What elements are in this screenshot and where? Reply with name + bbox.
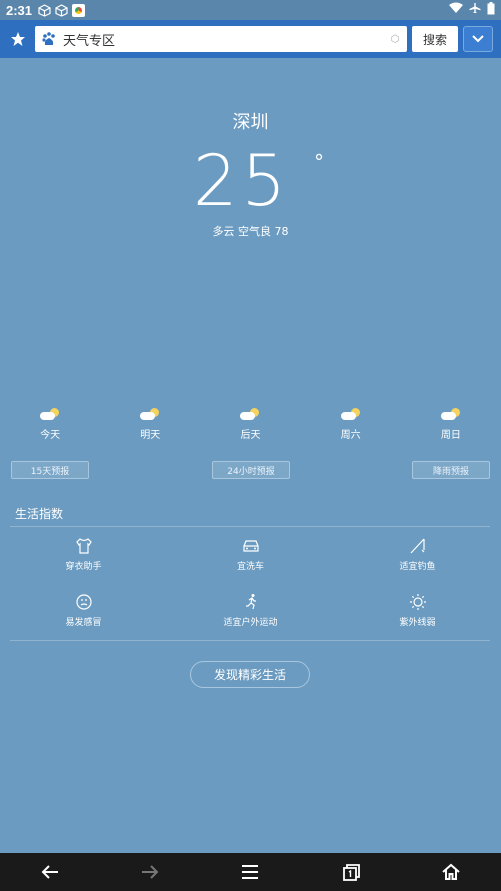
star-icon xyxy=(11,32,25,46)
forecast-row: 今天 明天 后天 周六 周日 xyxy=(0,408,501,441)
discover-life-button[interactable]: 发现精彩生活 xyxy=(190,661,310,688)
wifi-icon xyxy=(449,2,463,18)
life-index-grid: 穿衣助手 宜洗车 适宜钓鱼 易发感冒 适宜户外运动 紫外线弱 xyxy=(0,536,501,648)
degree-symbol: ° xyxy=(314,150,324,174)
box-icon xyxy=(55,3,68,17)
fishing-rod-icon xyxy=(410,538,425,554)
divider xyxy=(10,640,490,641)
runner-icon xyxy=(245,594,256,610)
baidu-paw-icon xyxy=(41,31,57,47)
shirt-icon xyxy=(75,538,92,554)
arrow-right-icon xyxy=(142,865,159,879)
reload-icon[interactable]: ⬡ xyxy=(389,33,401,45)
forecast-day[interactable]: 周日 xyxy=(401,408,501,441)
sad-face-icon xyxy=(75,594,92,610)
city-name: 深圳 xyxy=(232,112,269,133)
life-item-label: 紫外线弱 xyxy=(399,618,436,628)
life-item-clothing[interactable]: 穿衣助手 xyxy=(0,536,167,592)
forecast-day[interactable]: 明天 xyxy=(100,408,200,441)
airplane-icon xyxy=(469,2,481,18)
forecast-day-label: 周六 xyxy=(340,430,361,441)
tabs-button[interactable] xyxy=(331,853,371,891)
browser-app-icon xyxy=(72,3,86,17)
forecast-day[interactable]: 今天 xyxy=(0,408,100,441)
divider xyxy=(10,526,490,527)
rain-forecast-button[interactable]: 降雨预报 xyxy=(412,461,490,479)
temperature-value: 25 xyxy=(193,140,291,222)
status-bar: 2:31 xyxy=(0,0,501,20)
forecast-day-label: 后天 xyxy=(240,430,261,441)
browser-toolbar: 天气专区 ⬡ 搜索 xyxy=(0,20,501,58)
bottom-navigation xyxy=(0,853,501,891)
life-item-label: 适宜钓鱼 xyxy=(399,562,436,572)
forecast-day[interactable]: 后天 xyxy=(200,408,300,441)
forecast-day-label: 今天 xyxy=(40,430,61,441)
chevron-down-icon xyxy=(472,35,484,43)
15-day-forecast-button[interactable]: 15天预报 xyxy=(11,461,89,479)
life-item-label: 宜洗车 xyxy=(236,562,264,572)
battery-icon xyxy=(487,1,495,19)
partly-cloudy-icon xyxy=(140,408,160,422)
forecast-day[interactable]: 周六 xyxy=(301,408,401,441)
back-button[interactable] xyxy=(30,853,70,891)
life-item-label: 易发感冒 xyxy=(65,618,102,628)
forecast-day-label: 明天 xyxy=(140,430,161,441)
partly-cloudy-icon xyxy=(240,408,260,422)
address-text: 天气专区 xyxy=(63,33,116,49)
partly-cloudy-icon xyxy=(440,408,461,422)
forward-button[interactable] xyxy=(130,853,170,891)
arrow-left-icon xyxy=(41,865,59,879)
life-item-label: 穿衣助手 xyxy=(65,562,102,572)
home-icon xyxy=(442,863,460,880)
car-icon xyxy=(242,540,259,552)
24-hour-forecast-button[interactable]: 24小时预报 xyxy=(212,461,290,479)
life-item-label: 适宜户外运动 xyxy=(223,618,278,628)
home-button[interactable] xyxy=(431,853,471,891)
menu-button[interactable] xyxy=(230,853,270,891)
forecast-day-label: 周日 xyxy=(440,430,461,441)
sun-icon xyxy=(409,594,426,610)
status-time: 2:31 xyxy=(6,2,33,18)
partly-cloudy-icon xyxy=(340,408,361,422)
life-item-fishing[interactable]: 适宜钓鱼 xyxy=(334,536,501,592)
life-item-car-wash[interactable]: 宜洗车 xyxy=(167,536,334,592)
menu-dropdown-button[interactable] xyxy=(463,26,493,52)
partly-cloudy-icon xyxy=(40,408,60,422)
search-button[interactable]: 搜索 xyxy=(412,26,458,52)
box-icon xyxy=(38,3,51,17)
tabs-icon xyxy=(342,864,360,881)
address-bar[interactable]: 天气专区 ⬡ xyxy=(35,26,407,52)
bookmark-star-button[interactable] xyxy=(6,27,30,51)
weather-condition: 多云 空气良 78 xyxy=(212,225,289,238)
hamburger-menu-icon xyxy=(242,865,259,879)
life-index-title: 生活指数 xyxy=(15,507,64,521)
